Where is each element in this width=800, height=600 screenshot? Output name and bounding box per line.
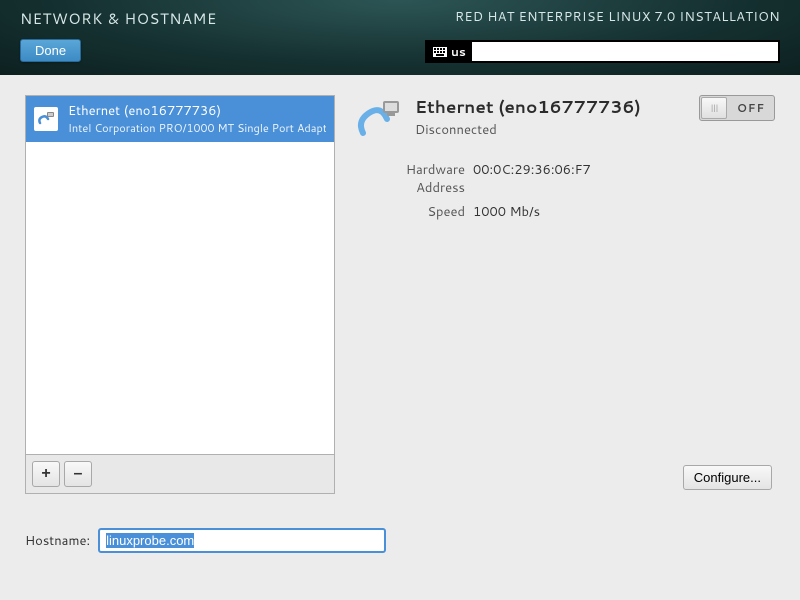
toggle-knob [701, 97, 727, 119]
speed-label: Speed [355, 203, 473, 221]
network-device-list[interactable]: Ethernet (eno16777736) Intel Corporation… [25, 95, 335, 455]
done-button[interactable]: Done [20, 39, 81, 62]
add-device-button[interactable]: + [32, 461, 60, 487]
keyboard-layout-indicator[interactable]: us [425, 40, 780, 63]
speed-value: 1000 Mb/s [473, 203, 540, 221]
device-status: Disconnected [415, 121, 641, 139]
keyboard-layout-label: us [451, 43, 466, 60]
remove-device-button[interactable]: – [64, 461, 92, 487]
page-title: NETWORK & HOSTNAME [20, 8, 217, 29]
hw-address-label: Hardware Address [355, 161, 473, 197]
connection-toggle[interactable]: OFF [699, 95, 775, 121]
ethernet-large-icon [355, 95, 403, 143]
toggle-state-label: OFF [728, 100, 774, 116]
keyboard-icon [433, 47, 447, 57]
ethernet-icon [34, 107, 58, 131]
hostname-label: Hostname: [25, 532, 90, 550]
device-toolbar: + – [25, 455, 335, 494]
installer-title: RED HAT ENTERPRISE LINUX 7.0 INSTALLATIO… [455, 8, 780, 29]
device-item-description: Intel Corporation PRO/1000 MT Single Por… [68, 120, 326, 136]
device-detail-title: Ethernet (eno16777736) [415, 95, 641, 119]
configure-button[interactable]: Configure... [683, 465, 772, 490]
hw-address-value: 00:0C:29:36:06:F7 [473, 161, 591, 197]
device-list-item[interactable]: Ethernet (eno16777736) Intel Corporation… [26, 96, 334, 142]
device-item-name: Ethernet (eno16777736) [68, 102, 326, 120]
hostname-input[interactable] [98, 528, 386, 553]
header-bar: NETWORK & HOSTNAME RED HAT ENTERPRISE LI… [0, 0, 800, 75]
